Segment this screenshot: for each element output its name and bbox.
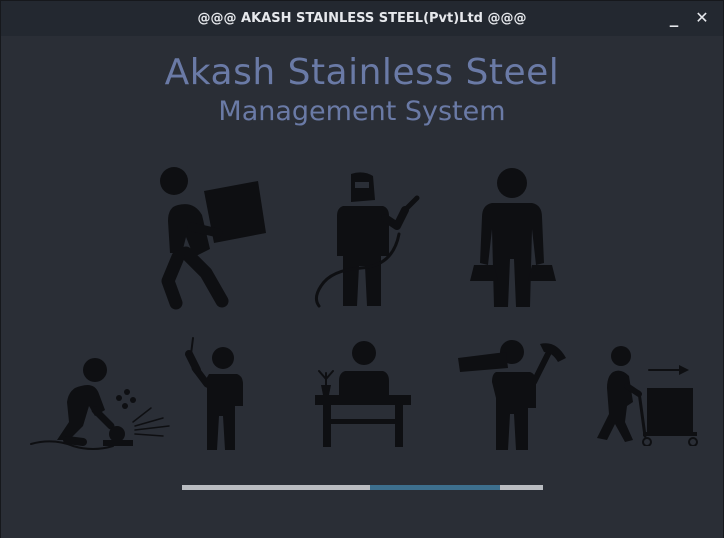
desk-worker-icon bbox=[311, 339, 416, 451]
splash-content: Akash Stainless Steel Management System bbox=[1, 36, 723, 538]
loading-progress-fill bbox=[369, 485, 500, 490]
welder-icon bbox=[301, 166, 421, 311]
minimize-button[interactable]: _ bbox=[663, 7, 685, 29]
close-button[interactable]: ✕ bbox=[691, 7, 713, 29]
cart-pusher-icon bbox=[589, 344, 701, 446]
lumber-and-hammer-worker-icon bbox=[456, 338, 568, 454]
worker-carrying-box-icon bbox=[156, 161, 271, 311]
title-bar[interactable]: @@@ AKASH STAINLESS STEEL(Pvt)Ltd @@@ _ … bbox=[1, 1, 723, 36]
shopper-with-bags-icon bbox=[466, 163, 561, 313]
window-title: @@@ AKASH STAINLESS STEEL(Pvt)Ltd @@@ bbox=[197, 11, 527, 26]
driller-icon bbox=[181, 336, 251, 454]
splash-window: @@@ AKASH STAINLESS STEEL(Pvt)Ltd @@@ _ … bbox=[0, 0, 724, 538]
app-subheading: Management System bbox=[218, 96, 506, 127]
app-heading: Akash Stainless Steel bbox=[164, 52, 560, 93]
grinder-worker-icon bbox=[23, 356, 183, 456]
loading-progress-bar bbox=[182, 485, 543, 490]
